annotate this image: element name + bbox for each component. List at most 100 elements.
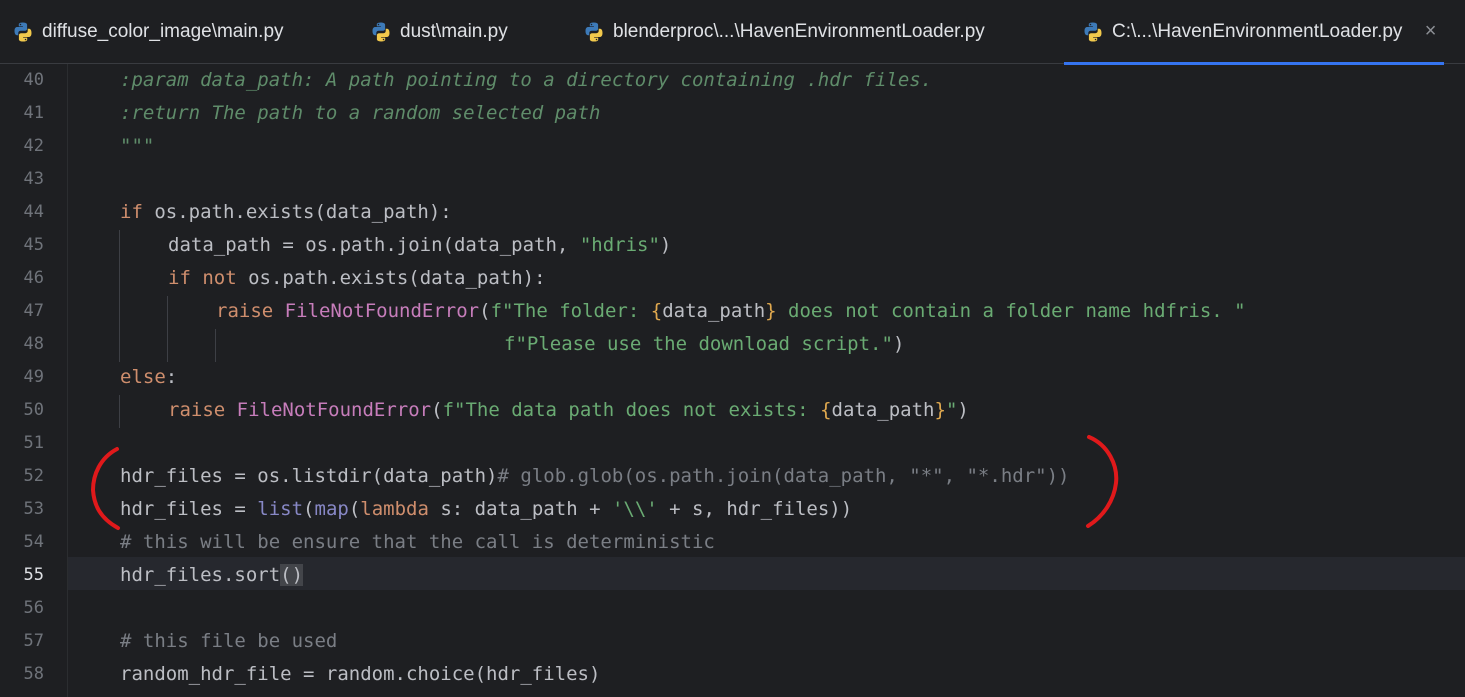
code-text: ( bbox=[431, 399, 443, 421]
keyword: raise bbox=[168, 399, 226, 421]
fstring-brace: { bbox=[820, 399, 832, 421]
keyword: if bbox=[120, 201, 143, 223]
close-tab-icon[interactable]: × bbox=[1425, 20, 1437, 43]
keyword: else bbox=[120, 366, 166, 388]
code-text: hdr_files.sort bbox=[120, 564, 281, 586]
code-text: ( bbox=[348, 498, 361, 520]
code-text: ( bbox=[303, 498, 315, 520]
string-literal: '\\' bbox=[611, 498, 658, 520]
exception-class: FileNotFoundError bbox=[236, 399, 432, 421]
left-red-bracket bbox=[90, 447, 120, 530]
code-text: os.path.exists(data_path): bbox=[142, 201, 452, 223]
string-literal: does not contain a folder name hdfris. " bbox=[776, 300, 1246, 322]
code-line-46: if not os.path.exists(data_path): bbox=[168, 262, 546, 295]
code-line-44: if os.path.exists(data_path): bbox=[120, 196, 452, 229]
line-number: 42 bbox=[23, 136, 44, 156]
matched-brace-highlight: () bbox=[280, 564, 304, 586]
line-number: 41 bbox=[23, 103, 44, 123]
python-file-icon bbox=[12, 21, 34, 43]
code-text: hdr_files = bbox=[120, 498, 258, 520]
code-line-53: hdr_files = list(map(lambda s: data_path… bbox=[120, 493, 852, 526]
line-number: 40 bbox=[23, 70, 44, 90]
exception-class: FileNotFoundError bbox=[284, 300, 480, 322]
indent-guide bbox=[167, 296, 168, 362]
builtin: map bbox=[314, 498, 349, 520]
indent-guide bbox=[119, 230, 120, 362]
code-text: data_path bbox=[662, 300, 766, 322]
code-text: s: data_path + bbox=[428, 498, 612, 520]
line-number: 48 bbox=[23, 334, 44, 354]
code-line-41: :return The path to a random selected pa… bbox=[120, 102, 601, 124]
code-line-57: # this file be used bbox=[120, 630, 338, 652]
keyword: raise bbox=[216, 300, 274, 322]
string-literal: f"Please use the download script." bbox=[504, 333, 893, 355]
line-number: 45 bbox=[23, 235, 44, 255]
line-number: 57 bbox=[23, 631, 44, 651]
code-text: ) bbox=[957, 399, 969, 421]
code-line-50: raise FileNotFoundError(f"The data path … bbox=[168, 394, 969, 427]
string-literal: " bbox=[945, 399, 958, 421]
code-line-40: :param data_path: A path pointing to a d… bbox=[120, 69, 933, 91]
tab-label: C:\...\HavenEnvironmentLoader.py bbox=[1112, 21, 1403, 42]
code-line-55[interactable]: hdr_files.sort() bbox=[120, 559, 304, 592]
string-literal: f"The folder: bbox=[490, 300, 651, 322]
tab-label: diffuse_color_image\main.py bbox=[42, 21, 284, 42]
fstring-brace: } bbox=[934, 399, 946, 421]
indent-guide bbox=[215, 329, 216, 362]
line-number: 53 bbox=[23, 499, 44, 519]
code-text: data_path bbox=[831, 399, 935, 421]
code-text: ( bbox=[479, 300, 491, 322]
line-number: 44 bbox=[23, 202, 44, 222]
tab-blenderproc-haven-environment-loader[interactable]: blenderproc\...\HavenEnvironmentLoader.p… bbox=[583, 0, 985, 64]
code-text: : bbox=[165, 366, 178, 388]
keyword: if bbox=[168, 267, 191, 289]
fstring-brace: { bbox=[650, 300, 663, 322]
python-file-icon bbox=[583, 21, 605, 43]
tab-label: dust\main.py bbox=[400, 21, 508, 42]
builtin: list bbox=[257, 498, 304, 520]
line-number: 49 bbox=[23, 367, 44, 387]
code-line-48: f"Please use the download script.") bbox=[504, 328, 904, 361]
tab-diffuse-color-image-main[interactable]: diffuse_color_image\main.py bbox=[12, 0, 284, 64]
line-number: 46 bbox=[23, 268, 44, 288]
code-text: hdr_files = os.listdir(data_path) bbox=[120, 465, 498, 487]
line-number: 52 bbox=[23, 466, 44, 486]
line-number: 56 bbox=[23, 598, 44, 618]
python-file-icon bbox=[1082, 21, 1104, 43]
editor-tab-bar: diffuse_color_image\main.py dust\main.py… bbox=[0, 0, 1465, 65]
code-line-58: random_hdr_file = random.choice(hdr_file… bbox=[120, 663, 601, 685]
keyword: not bbox=[202, 267, 237, 289]
code-line-49: else: bbox=[120, 361, 177, 394]
line-number: 54 bbox=[23, 532, 44, 552]
string-literal: f"The data path does not exists: bbox=[442, 399, 821, 421]
tab-active-haven-environment-loader[interactable]: C:\...\HavenEnvironmentLoader.py × bbox=[1063, 0, 1445, 65]
comment: # glob.glob(os.path.join(data_path, "*",… bbox=[497, 465, 1070, 487]
line-number: 43 bbox=[23, 169, 44, 189]
code-line-52: hdr_files = os.listdir(data_path)# glob.… bbox=[120, 460, 1069, 493]
indent-guide bbox=[119, 395, 120, 428]
line-number: 50 bbox=[23, 400, 44, 420]
tab-dust-main[interactable]: dust\main.py bbox=[370, 0, 508, 64]
tab-label: blenderproc\...\HavenEnvironmentLoader.p… bbox=[613, 21, 985, 42]
line-number: 51 bbox=[23, 433, 44, 453]
code-text: ) bbox=[892, 333, 905, 355]
keyword: lambda bbox=[360, 498, 429, 520]
line-number: 58 bbox=[23, 664, 44, 684]
string-literal: "hdris" bbox=[579, 234, 660, 256]
code-text: data_path = os.path.join(data_path, bbox=[168, 234, 580, 256]
current-line-number: 55 bbox=[23, 565, 44, 585]
code-line-54: # this will be ensure that the call is d… bbox=[120, 531, 715, 553]
code-line-42: """ bbox=[120, 135, 155, 157]
code-text: + s, hdr_files)) bbox=[657, 498, 853, 520]
code-line-45: data_path = os.path.join(data_path, "hdr… bbox=[168, 229, 671, 262]
fstring-brace: } bbox=[765, 300, 777, 322]
right-red-bracket bbox=[1086, 435, 1119, 528]
code-text: ) bbox=[659, 234, 672, 256]
line-number-gutter: 40 41 42 43 44 45 46 47 48 49 50 51 52 5… bbox=[0, 64, 68, 697]
python-file-icon bbox=[370, 21, 392, 43]
code-line-47: raise FileNotFoundError(f"The folder: {d… bbox=[216, 295, 1246, 328]
code-text: os.path.exists(data_path): bbox=[236, 267, 546, 289]
